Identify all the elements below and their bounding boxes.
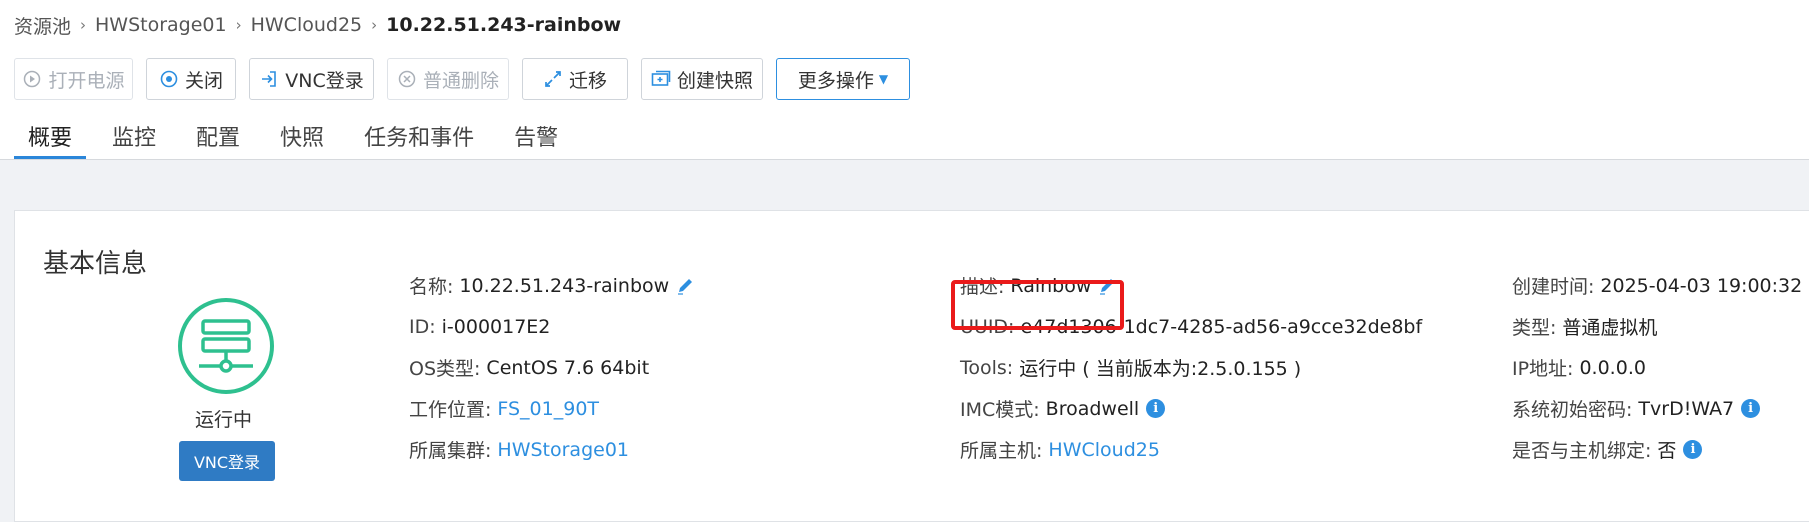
- type-label: 类型:: [1512, 317, 1557, 339]
- password-info-icon[interactable]: i: [1741, 399, 1761, 418]
- password-row: 系统初始密码: TvrD!WA7 i: [1512, 388, 1802, 429]
- host-bind-value: 否: [1657, 440, 1677, 462]
- os-value: CentOS 7.6 64bit: [486, 356, 650, 379]
- created-time-label: 创建时间:: [1512, 276, 1595, 298]
- shutdown-label: 关闭: [184, 69, 223, 92]
- tab-bar: 概要 监控 配置 快照 任务和事件 告警: [14, 114, 584, 160]
- chevron-right-icon: ›: [371, 16, 378, 34]
- chevron-right-icon: ›: [235, 16, 242, 34]
- power-on-label: 打开电源: [48, 69, 125, 92]
- created-time-value: 2025-04-03 19:00:32: [1600, 274, 1803, 297]
- tab-snapshot[interactable]: 快照: [266, 114, 338, 160]
- info-column-3: 创建时间: 2025-04-03 19:00:32 类型: 普通虚拟机 IP地址…: [1512, 265, 1802, 470]
- vm-server-icon: [177, 297, 275, 395]
- imc-row: IMC模式: Broadwell i: [960, 388, 1422, 429]
- more-actions-button[interactable]: 更多操作 ▼: [776, 58, 910, 100]
- os-label: OS类型:: [409, 358, 481, 380]
- type-value: 普通虚拟机: [1562, 317, 1658, 339]
- breadcrumb-host[interactable]: HWCloud25: [251, 14, 363, 36]
- shutdown-button[interactable]: 关闭: [146, 58, 236, 100]
- password-value: TvrD!WA7: [1638, 397, 1735, 420]
- info-column-1: 名称: 10.22.51.243-rainbow ID: i-000017E2 …: [409, 265, 695, 470]
- delete-label: 普通删除: [422, 69, 499, 92]
- id-label: ID:: [409, 315, 436, 338]
- id-value: i-000017E2: [441, 315, 551, 338]
- password-label: 系统初始密码:: [1512, 399, 1633, 421]
- section-title: 基本信息: [43, 249, 148, 279]
- vnc-login-panel-button[interactable]: VNC登录: [179, 441, 275, 481]
- tools-value: 运行中 ( 当前版本为:2.5.0.155 ): [1019, 358, 1302, 380]
- close-circle-icon: [397, 69, 417, 89]
- host-bind-row: 是否与主机绑定: 否 i: [1512, 429, 1802, 470]
- tab-monitor[interactable]: 监控: [98, 114, 170, 160]
- delete-button[interactable]: 普通删除: [387, 58, 509, 100]
- breadcrumb-resource-pool[interactable]: 资源池: [14, 12, 71, 39]
- host-link[interactable]: HWCloud25: [1048, 439, 1160, 461]
- ip-label: IP地址:: [1512, 358, 1574, 380]
- cluster-label: 所属集群:: [409, 440, 492, 462]
- create-snapshot-button[interactable]: 创建快照: [641, 58, 763, 100]
- cluster-link[interactable]: HWStorage01: [497, 439, 629, 461]
- location-link[interactable]: FS_01_90T: [497, 398, 599, 420]
- ip-value: 0.0.0.0: [1579, 356, 1646, 379]
- id-row: ID: i-000017E2: [409, 306, 695, 347]
- migrate-arrows-icon: [543, 69, 563, 89]
- vnc-login-label: VNC登录: [285, 69, 364, 92]
- imc-label: IMC模式:: [960, 399, 1040, 421]
- caret-down-icon: ▼: [878, 72, 889, 86]
- action-toolbar: 打开电源 关闭 VNC登录 普通删除 迁移 创建快照 更多操作 ▼: [14, 58, 923, 100]
- more-actions-label: 更多操作: [797, 69, 874, 92]
- host-label: 所属主机:: [960, 440, 1043, 462]
- imc-info-icon[interactable]: i: [1146, 399, 1166, 418]
- play-circle-icon: [22, 69, 42, 89]
- name-value: 10.22.51.243-rainbow: [459, 274, 670, 297]
- ip-row: IP地址: 0.0.0.0: [1512, 347, 1802, 388]
- breadcrumb-current-vm: 10.22.51.243-rainbow: [386, 14, 622, 36]
- host-row: 所属主机: HWCloud25: [960, 429, 1422, 470]
- location-label: 工作位置:: [409, 399, 492, 421]
- stop-circle-icon: [159, 69, 179, 89]
- highlight-annotation-box: [951, 280, 1124, 330]
- breadcrumb-storage[interactable]: HWStorage01: [95, 14, 227, 36]
- tools-row: Tools: 运行中 ( 当前版本为:2.5.0.155 ): [960, 347, 1422, 388]
- location-row: 工作位置: FS_01_90T: [409, 388, 695, 429]
- vnc-login-button[interactable]: VNC登录: [249, 58, 374, 100]
- host-bind-info-icon[interactable]: i: [1683, 440, 1703, 459]
- tab-config[interactable]: 配置: [182, 114, 254, 160]
- host-bind-label: 是否与主机绑定:: [1512, 440, 1652, 462]
- type-row: 类型: 普通虚拟机: [1512, 306, 1802, 347]
- imc-value: Broadwell: [1045, 397, 1140, 420]
- tools-label: Tools:: [960, 356, 1014, 379]
- chevron-right-icon: ›: [80, 16, 87, 34]
- migrate-button[interactable]: 迁移: [522, 58, 628, 100]
- snapshot-icon: [651, 69, 671, 89]
- migrate-label: 迁移: [568, 69, 607, 92]
- cluster-row: 所属集群: HWStorage01: [409, 429, 695, 470]
- tab-tasks-events[interactable]: 任务和事件: [350, 114, 488, 160]
- create-snapshot-label: 创建快照: [676, 69, 753, 92]
- tab-summary[interactable]: 概要: [14, 114, 87, 160]
- login-icon: [259, 69, 279, 89]
- name-row: 名称: 10.22.51.243-rainbow: [409, 265, 695, 306]
- status-badge: 运行中: [195, 409, 253, 431]
- breadcrumb: 资源池 › HWStorage01 › HWCloud25 › 10.22.51…: [14, 10, 621, 40]
- edit-name-icon[interactable]: [675, 276, 695, 296]
- tab-alarms[interactable]: 告警: [500, 114, 572, 160]
- os-row: OS类型: CentOS 7.6 64bit: [409, 347, 695, 388]
- power-on-button[interactable]: 打开电源: [14, 58, 133, 100]
- name-label: 名称:: [409, 276, 454, 298]
- basic-info-panel: 基本信息 运行中 VNC登录 名称: 10.22.51.243-rainbow …: [14, 210, 1809, 522]
- created-time-row: 创建时间: 2025-04-03 19:00:32: [1512, 265, 1802, 306]
